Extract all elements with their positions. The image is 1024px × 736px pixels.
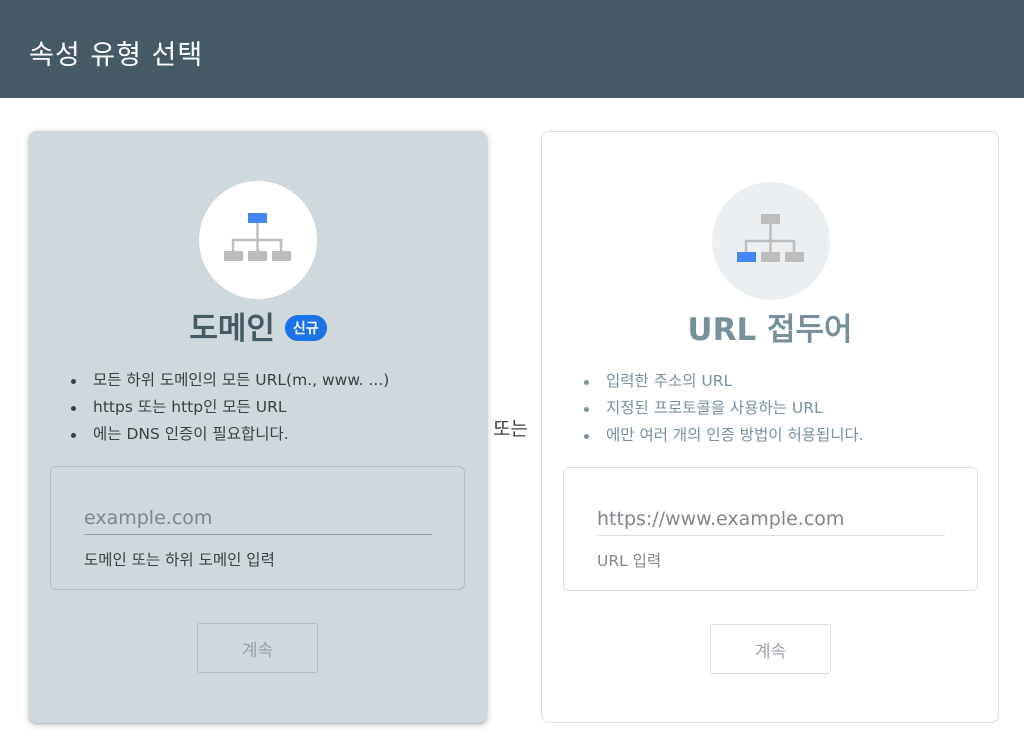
url-input-container: URL 입력	[563, 467, 978, 591]
domain-card-heading: 도메인 신규	[29, 303, 487, 348]
url-continue-button[interactable]: 계속	[710, 624, 831, 674]
url-input[interactable]	[597, 502, 945, 536]
domain-icon-circle	[199, 181, 317, 299]
url-prefix-property-card[interactable]: URL 접두어 입력한 주소의 URL 지정된 프로토콜을 사용하는 URL 에…	[541, 131, 999, 723]
url-input-hint: URL 입력	[597, 552, 662, 570]
domain-continue-button[interactable]: 계속	[197, 623, 318, 673]
sitemap-icon	[737, 214, 804, 262]
domain-input[interactable]	[84, 501, 432, 535]
new-badge: 신규	[284, 314, 327, 341]
list-item: 에는 DNS 인증이 필요합니다.	[67, 421, 389, 448]
url-card-title: URL 접두어	[687, 312, 853, 348]
list-item: 지정된 프로토콜을 사용하는 URL	[580, 395, 864, 422]
domain-card-title: 도메인	[189, 311, 275, 347]
domain-feature-list: 모든 하위 도메인의 모든 URL(m., www. ...) https 또는…	[67, 367, 389, 448]
url-feature-list: 입력한 주소의 URL 지정된 프로토콜을 사용하는 URL 에만 여러 개의 …	[580, 368, 864, 449]
header-bar: 속성 유형 선택	[0, 0, 1024, 98]
list-item: 입력한 주소의 URL	[580, 368, 864, 395]
list-item: https 또는 http인 모든 URL	[67, 394, 389, 421]
sitemap-icon	[224, 213, 291, 261]
domain-property-card[interactable]: 도메인 신규 모든 하위 도메인의 모든 URL(m., www. ...) ht…	[29, 131, 487, 723]
list-item: 에만 여러 개의 인증 방법이 허용됩니다.	[580, 422, 864, 449]
list-item: 모든 하위 도메인의 모든 URL(m., www. ...)	[67, 367, 389, 394]
url-icon-circle	[712, 182, 830, 300]
domain-input-container: 도메인 또는 하위 도메인 입력	[50, 466, 465, 590]
domain-input-hint: 도메인 또는 하위 도메인 입력	[84, 551, 275, 569]
or-separator: 또는	[493, 418, 528, 440]
page-title: 속성 유형 선택	[29, 40, 204, 71]
